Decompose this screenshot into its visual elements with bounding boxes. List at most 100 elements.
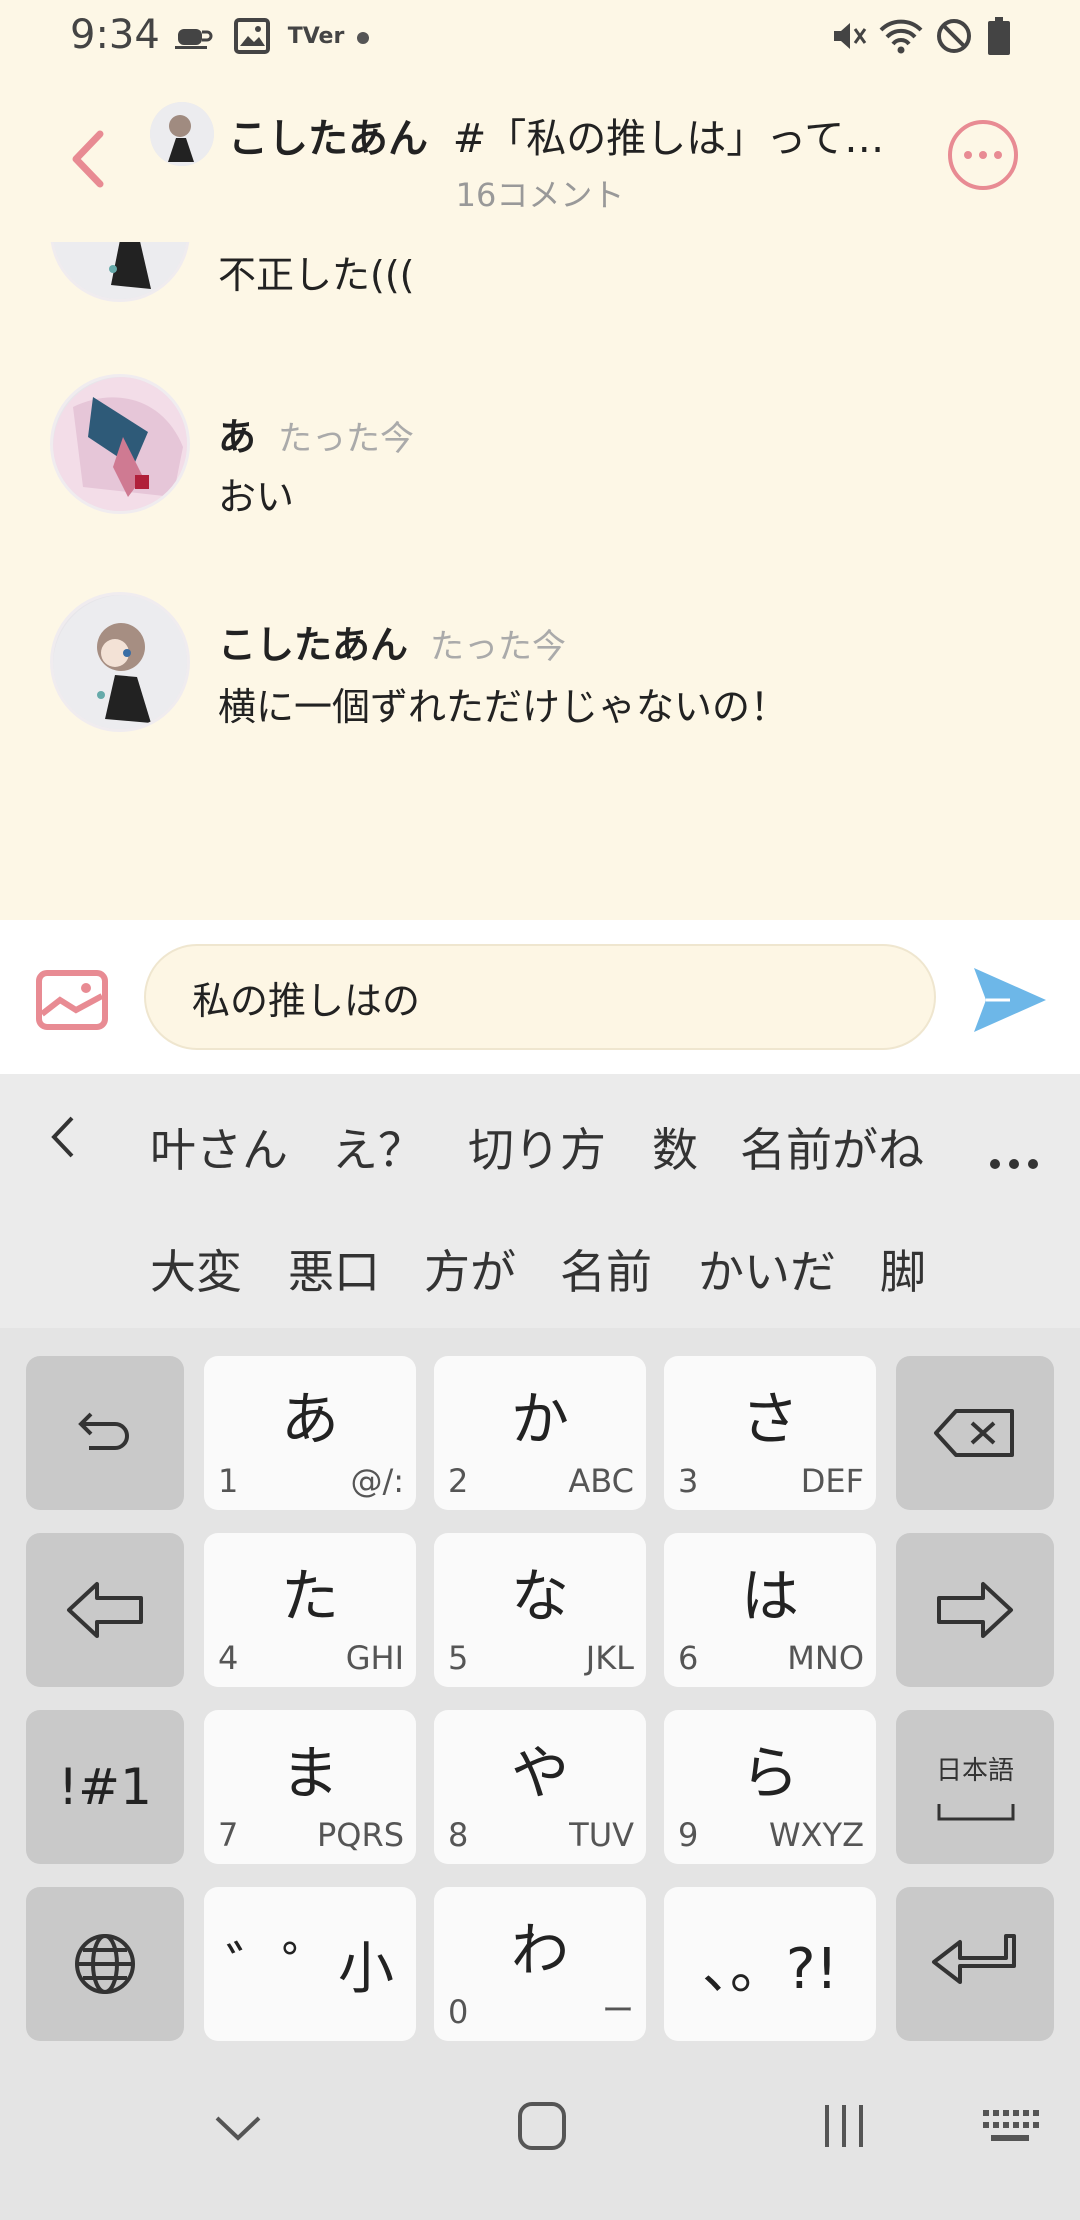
key-ra[interactable]: ら 9 WXYZ [664,1710,876,1864]
key-ka[interactable]: か 2 ABC [434,1356,646,1510]
navigation-bar [0,2050,1080,2220]
key-sub: JKL [585,1639,634,1677]
comment-input[interactable]: 私の推しはの [144,944,936,1050]
attach-image-button[interactable] [36,970,108,1030]
key-main: や [510,1739,569,1807]
keyboard-switch-button[interactable] [978,2104,1042,2148]
backspace-key[interactable] [896,1356,1054,1510]
avatar[interactable] [50,592,190,732]
keyboard: !#1 あ 1 @/: か 2 ABC さ 3 DEF た 4 GHI な 5 JKL は 6 MNO … [0,1328,1080,2050]
key-sub: PQRS [316,1816,404,1854]
key-main: な [510,1562,569,1630]
enter-key[interactable] [896,1887,1054,2041]
comment-author-name: こしたあん [218,623,409,667]
key-num: 7 [218,1816,239,1854]
suggestion-item[interactable]: 叶さん [150,1114,288,1180]
wifi-icon [876,16,926,56]
undo-key[interactable] [26,1356,184,1510]
hide-keyboard-button[interactable] [208,2102,268,2152]
key-ta[interactable]: た 4 GHI [204,1533,416,1687]
key-ha[interactable]: は 6 MNO [664,1533,876,1687]
collapse-suggestions-button[interactable] [46,1112,80,1173]
comment-text: 不正した((( [218,253,415,297]
language-label: 日本語 [935,1756,1014,1786]
home-icon [518,2102,566,2150]
suggestion-item[interactable]: 名前がね [740,1114,924,1180]
key-main: 、。?! [701,1936,839,2002]
coffee-icon [172,16,216,56]
suggestion-item[interactable]: 数 [652,1114,698,1180]
notification-dot [357,32,369,44]
chevron-down-icon [215,2116,261,2141]
status-bar: 9:34 TVer [0,0,1080,72]
header-user-name: こしたあん [228,116,428,162]
cursor-right-key[interactable] [896,1533,1054,1687]
key-num: 5 [448,1639,469,1677]
suggestion-item[interactable]: 脚 [880,1236,926,1302]
key-a[interactable]: あ 1 @/: [204,1356,416,1510]
key-num: 8 [448,1816,469,1854]
avatar[interactable] [50,242,190,302]
key-sub: DEF [800,1462,864,1500]
key-na[interactable]: な 5 JKL [434,1533,646,1687]
send-button[interactable] [970,962,1050,1038]
key-dakuten[interactable]: ゛゜小 [204,1887,416,2041]
key-sa[interactable]: さ 3 DEF [664,1356,876,1510]
key-sub: ー [601,1991,634,2029]
comment-list[interactable]: 不正した((( あたった今 おい こしたあん たった今 横に一個ずれただけじゃない… [0,242,1080,920]
keyboard-icon [983,2110,1039,2141]
key-num: 4 [218,1639,239,1677]
suggestion-item[interactable]: 名前 [560,1236,652,1302]
key-main: ゛゜小 [226,1936,394,2002]
send-icon [974,968,1046,1032]
comment-input-bar: 私の推しはの [0,920,1080,1074]
more-dot-icon [979,151,987,159]
cursor-left-key[interactable] [26,1533,184,1687]
key-sub: GHI [345,1639,404,1677]
chat-header: こしたあん #「私の推しは」って打... 16コメント [0,72,1080,242]
suggestion-item[interactable]: え？ [332,1114,424,1180]
key-wa[interactable]: わ 0 ー [434,1887,646,2041]
suggestion-bar: 叶さん え？ 切り方 数 名前がね 大変 悪口 方が 名前 かいだ 脚 [0,1074,1080,1328]
suggestion-item[interactable]: 大変 [150,1236,242,1302]
enter-icon [932,1934,1016,1984]
key-num: 9 [678,1816,699,1854]
undo-icon [78,1412,129,1450]
more-dot-icon [964,151,972,159]
space-icon [937,1804,1015,1821]
avatar[interactable] [50,374,190,514]
key-punctuation[interactable]: 、。?! [664,1887,876,2041]
image-icon [36,970,108,1030]
recent-apps-button[interactable] [814,2094,874,2158]
suggestion-item[interactable]: 悪口 [288,1236,380,1302]
avatar[interactable] [150,102,214,166]
key-num: 3 [678,1462,699,1500]
key-sub: ABC [568,1462,634,1500]
space-key[interactable]: 日本語 [896,1710,1054,1864]
more-suggestions-button[interactable] [988,1128,1040,1182]
globe-icon [75,1934,135,1994]
more-options-button[interactable] [948,120,1018,190]
comment-author: こしたあん たった今 [218,614,566,669]
key-main: ら [740,1739,799,1807]
comment-author: あたった今 [218,406,414,461]
key-sub: TUV [569,1816,634,1854]
suggestion-item[interactable]: かいだ [698,1236,836,1302]
symbol-key[interactable]: !#1 [26,1710,184,1864]
chevron-left-icon [51,1116,74,1158]
globe-key[interactable] [26,1887,184,2041]
key-main: ま [280,1739,339,1807]
key-main: わ [510,1916,569,1984]
comment-text: 横に一個ずれただけじゃないの！ [218,685,789,729]
suggestion-item[interactable]: 方が [424,1236,516,1302]
key-num: 0 [448,1993,469,2031]
symbol-key-label: !#1 [58,1758,152,1816]
key-num: 1 [218,1462,239,1500]
key-ma[interactable]: ま 7 PQRS [204,1710,416,1864]
do-not-disturb-icon [932,16,976,56]
key-ya[interactable]: や 8 TUV [434,1710,646,1864]
suggestion-item[interactable]: 切り方 [468,1114,606,1180]
home-button[interactable] [510,2094,574,2158]
suggestion-row: 大変 悪口 方が 名前 かいだ 脚 [0,1208,1080,1318]
mute-icon [826,16,870,56]
